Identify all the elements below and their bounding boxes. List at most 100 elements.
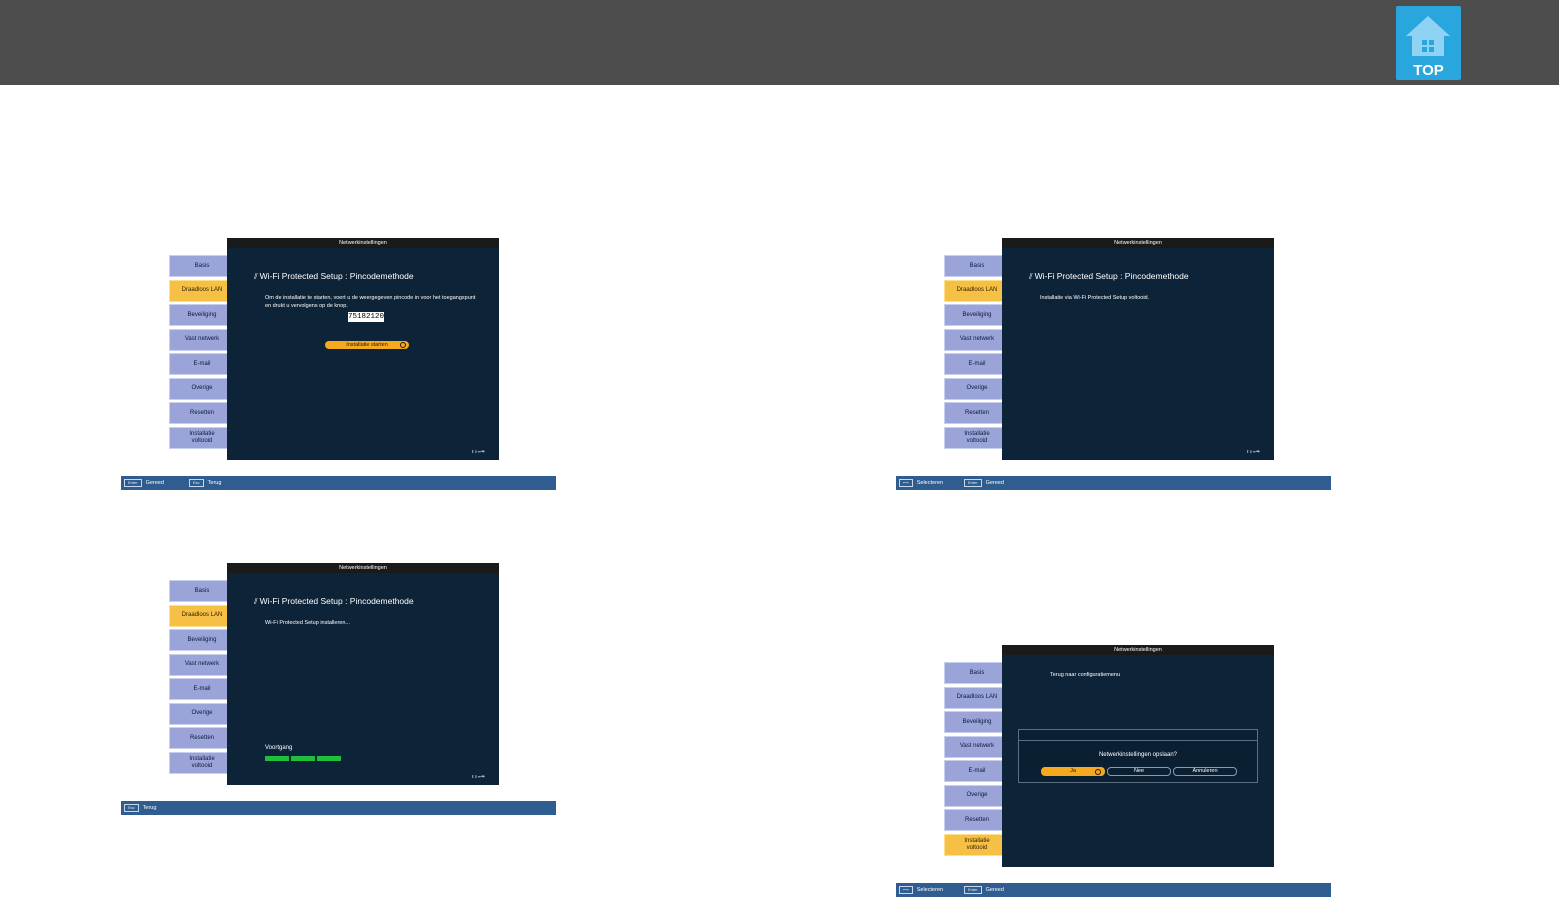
menu-item-beveiliging[interactable]: Beveiliging <box>944 711 1010 733</box>
top-button[interactable]: TOP <box>1396 6 1461 80</box>
enter-icon <box>1095 769 1101 775</box>
wifi-icon: ⫽ <box>254 597 258 606</box>
menu-item-draadloos-lan[interactable]: Draadloos LAN <box>944 686 1010 709</box>
menu-item-overige[interactable]: Overige <box>944 377 1010 400</box>
screen-installing: Basis Draadloos LAN Beveiliging Vast netwer… <box>121 563 556 818</box>
menu-item-installatie-voltooid[interactable]: Installatie voltooid <box>944 833 1010 856</box>
progress-segment <box>265 756 289 761</box>
settings-panel: Netwerkinstellingen ⫽ Wi-Fi Protected Set… <box>227 563 499 785</box>
key-icon: ⟷ <box>899 479 913 487</box>
menu-item-resetten[interactable]: Resetten <box>944 809 1010 831</box>
pin-code: 75182120 <box>348 312 385 322</box>
hint-terug: Esc Terug <box>189 476 221 490</box>
nav-hint: ⬆⬇⬅⮕ <box>470 449 485 454</box>
menu-item-installatie-voltooid[interactable]: Installatie voltooid <box>944 426 1010 449</box>
bottom-bar: ⟷ Selecteren Enter Gereed <box>896 476 1331 490</box>
hint-label: Terug <box>142 805 157 811</box>
key-icon: Enter <box>124 479 142 487</box>
yes-button[interactable]: Ja <box>1041 767 1105 776</box>
menu-item-draadloos-lan[interactable]: Draadloos LAN <box>944 279 1010 302</box>
no-button[interactable]: Nee <box>1107 767 1171 776</box>
panel-title: Netwerkinstellingen <box>1002 645 1274 655</box>
panel-title: Netwerkinstellingen <box>1002 238 1274 248</box>
menu-item-draadloos-lan[interactable]: Draadloos LAN <box>169 604 235 627</box>
menu-item-overige[interactable]: Overige <box>169 377 235 400</box>
dialog-question: Netwerkinstellingen opslaan? <box>1098 752 1178 758</box>
menu-item-e-mail[interactable]: E-mail <box>944 353 1010 375</box>
bottom-bar: Enter Gereed Esc Terug <box>121 476 556 490</box>
bottom-bar: ⟷ Selecteren Enter Gereed <box>896 883 1331 897</box>
menu-item-e-mail[interactable]: E-mail <box>169 678 235 700</box>
save-dialog: Netwerkinstellingen opslaan? Ja Nee Annu… <box>1018 729 1258 783</box>
hint-label: Terug <box>207 480 222 486</box>
menu-item-resetten[interactable]: Resetten <box>169 727 235 749</box>
panel-heading: ⫽ Wi-Fi Protected Setup : Pincodemethode <box>254 271 414 281</box>
wifi-icon: ⫽ <box>254 272 258 281</box>
hint-selecteren: ⟷ Selecteren <box>899 883 943 897</box>
key-icon: Enter <box>964 886 982 894</box>
hint-label: Selecteren <box>916 887 944 893</box>
menu-item-vast-netwerk[interactable]: Vast netwerk <box>169 653 235 676</box>
menu-item-basis[interactable]: Basis <box>944 662 1010 684</box>
progress-segment <box>291 756 315 761</box>
wifi-icon: ⫽ <box>1029 272 1033 281</box>
key-icon: Esc <box>124 804 139 812</box>
status-text: Wi-Fi Protected Setup installeren... <box>265 620 350 626</box>
nav-hint: ⬆⬇⬅⮕ <box>1245 449 1260 454</box>
progress-label: Voortgang <box>265 745 293 751</box>
menu-item-vast-netwerk[interactable]: Vast netwerk <box>944 328 1010 351</box>
menu-item-basis[interactable]: Basis <box>169 255 235 277</box>
panel-title: Netwerkinstellingen <box>227 563 499 573</box>
hint-gereed: Enter Gereed <box>964 883 1004 897</box>
menu-item-overige[interactable]: Overige <box>169 702 235 725</box>
enter-icon <box>400 342 406 348</box>
menu-item-installatie-voltooid[interactable]: Installatie voltooid <box>169 751 235 774</box>
key-icon: Esc <box>189 479 204 487</box>
status-text: Installatie via Wi-Fi Protected Setup vo… <box>1040 295 1150 301</box>
settings-panel: Netwerkinstellingen Terug naar configura… <box>1002 645 1274 867</box>
menu-item-basis[interactable]: Basis <box>169 580 235 602</box>
menu-item-vast-netwerk[interactable]: Vast netwerk <box>944 735 1010 758</box>
status-text: Terug naar configuratiemenu <box>1050 672 1121 678</box>
panel-title: Netwerkinstellingen <box>227 238 499 248</box>
progress-segment <box>317 756 341 761</box>
hint-gereed: Enter Gereed <box>124 476 164 490</box>
menu-item-vast-netwerk[interactable]: Vast netwerk <box>169 328 235 351</box>
nav-hint: ⬆⬇⬅⮕ <box>470 774 485 779</box>
menu-item-beveiliging[interactable]: Beveiliging <box>169 629 235 651</box>
menu-item-e-mail[interactable]: E-mail <box>944 760 1010 782</box>
settings-panel: Netwerkinstellingen ⫽ Wi-Fi Protected Set… <box>1002 238 1274 460</box>
menu-item-resetten[interactable]: Resetten <box>169 402 235 424</box>
cancel-button[interactable]: Annuleren <box>1173 767 1237 776</box>
hint-terug: Esc Terug <box>124 801 156 815</box>
top-label: TOP <box>1413 62 1444 79</box>
menu-item-basis[interactable]: Basis <box>944 255 1010 277</box>
screen-install-complete: Basis Draadloos LAN Beveiliging Vast netwer… <box>896 238 1331 493</box>
screen-save-dialog: Basis Draadloos LAN Beveiliging Vast netwer… <box>896 645 1331 900</box>
key-icon: Enter <box>964 479 982 487</box>
menu-item-draadloos-lan[interactable]: Draadloos LAN <box>169 279 235 302</box>
menu-item-overige[interactable]: Overige <box>944 784 1010 807</box>
panel-heading: ⫽ Wi-Fi Protected Setup : Pincodemethode <box>254 596 414 606</box>
menu-item-e-mail[interactable]: E-mail <box>169 353 235 375</box>
bottom-bar: Esc Terug <box>121 801 556 815</box>
settings-panel: Netwerkinstellingen ⫽ Wi-Fi Protected Set… <box>227 238 499 460</box>
screen-pin-start: Basis Draadloos LAN Beveiliging Vast netwer… <box>121 238 556 493</box>
dialog-title-bar <box>1019 730 1257 741</box>
menu-item-resetten[interactable]: Resetten <box>944 402 1010 424</box>
start-install-button[interactable]: Installatie starten <box>325 341 409 349</box>
top-bar <box>0 0 1559 85</box>
hint-selecteren: ⟷ Selecteren <box>899 476 943 490</box>
instruction-text: Om de installatie te starten, voert u de… <box>265 295 476 309</box>
menu-item-installatie-voltooid[interactable]: Installatie voltooid <box>169 426 235 449</box>
menu-item-beveiliging[interactable]: Beveiliging <box>944 304 1010 326</box>
hint-label: Gereed <box>145 480 164 486</box>
panel-heading: ⫽ Wi-Fi Protected Setup : Pincodemethode <box>1029 271 1189 281</box>
home-icon <box>1406 16 1450 56</box>
menu-item-beveiliging[interactable]: Beveiliging <box>169 304 235 326</box>
hint-label: Gereed <box>985 887 1004 893</box>
hint-label: Gereed <box>985 480 1004 486</box>
hint-gereed: Enter Gereed <box>964 476 1004 490</box>
key-icon: ⟷ <box>899 886 913 894</box>
hint-label: Selecteren <box>916 480 944 486</box>
